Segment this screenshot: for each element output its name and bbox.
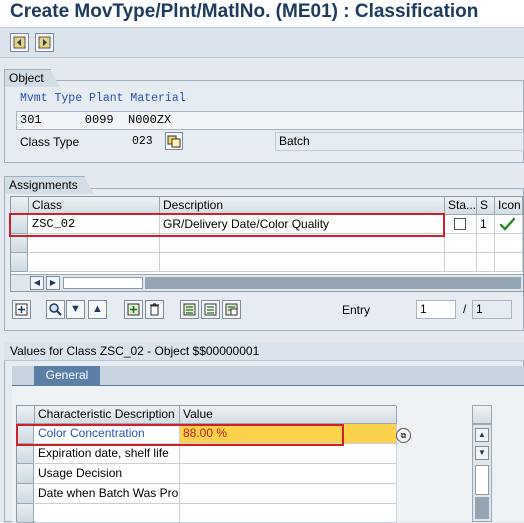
scroll-right-icon[interactable]: ▶ xyxy=(46,276,60,290)
col-icon[interactable]: Icon xyxy=(495,197,523,215)
class-type-label: Class Type xyxy=(20,135,80,149)
deselect-all-icon[interactable] xyxy=(222,300,241,319)
class-type-value: 023 xyxy=(132,135,153,148)
characteristic-highlight xyxy=(16,424,344,446)
row-selector[interactable] xyxy=(17,464,34,484)
characteristic-value-input[interactable] xyxy=(180,464,397,484)
window-title: Create MovType/Plnt/MatlNo. (ME01) : Cla… xyxy=(10,1,479,22)
characteristic-value-input[interactable] xyxy=(180,484,397,504)
values-header: Values for Class ZSC_02 - Object $$00000… xyxy=(4,342,524,361)
characteristic-name: Usage Decision xyxy=(35,464,180,484)
row-selector[interactable] xyxy=(17,484,34,504)
empty-cell[interactable] xyxy=(445,253,477,272)
prev-screen-icon[interactable] xyxy=(10,33,29,52)
row-selector[interactable] xyxy=(17,444,34,464)
assignments-table: Class Description Sta... S Icon ZSC_02 G… xyxy=(10,196,524,292)
scroll-down-icon[interactable]: ▼ xyxy=(475,446,489,460)
horizontal-scrollbar[interactable]: ◀ ▶ xyxy=(11,274,523,291)
empty-cell[interactable] xyxy=(160,253,445,272)
entry-input[interactable]: 1 xyxy=(416,300,456,319)
scroll-thumb[interactable] xyxy=(63,277,143,289)
col-status[interactable]: Sta... xyxy=(445,197,477,215)
empty-cell xyxy=(35,504,180,523)
scroll-thumb[interactable] xyxy=(475,465,489,495)
empty-cell[interactable] xyxy=(180,504,397,523)
empty-cell[interactable] xyxy=(477,234,495,253)
scroll-up-icon[interactable]: ▲ xyxy=(475,428,489,442)
col-characteristic-description[interactable]: Characteristic Description xyxy=(35,406,180,424)
delete-icon[interactable] xyxy=(145,300,164,319)
application-toolbar xyxy=(0,28,524,58)
value-help-icon[interactable]: ⧉ xyxy=(396,428,411,443)
scroll-left-icon[interactable]: ◀ xyxy=(30,276,44,290)
vertical-scrollbar[interactable]: ▲ ▼ xyxy=(472,424,492,522)
row-highlight xyxy=(9,213,445,237)
values-table: Characteristic Description Value Color C… xyxy=(16,405,397,523)
table-row-s[interactable]: 1 xyxy=(477,215,495,234)
class-type-select-icon[interactable] xyxy=(165,132,183,150)
class-type-text: Batch xyxy=(275,132,524,151)
col-value[interactable]: Value xyxy=(180,406,397,424)
title-bar: Create MovType/Plnt/MatlNo. (ME01) : Cla… xyxy=(0,0,524,28)
tab-general[interactable]: General xyxy=(34,366,100,386)
characteristic-value-input[interactable] xyxy=(180,444,397,464)
entry-label: Entry xyxy=(342,303,371,317)
status-checkbox[interactable] xyxy=(454,218,466,230)
table-row-icon xyxy=(495,215,523,234)
empty-cell[interactable] xyxy=(445,234,477,253)
characteristic-name: Date when Batch Was Pro xyxy=(35,484,180,504)
object-header: Mvmt Type Plant Material xyxy=(20,92,186,105)
table-row-status[interactable] xyxy=(445,215,477,234)
check-icon xyxy=(499,217,516,231)
assignments-tab: Assignments xyxy=(4,176,94,194)
details-icon[interactable] xyxy=(12,300,31,319)
empty-cell[interactable] xyxy=(495,253,523,272)
select-all-icon[interactable] xyxy=(180,300,199,319)
entry-separator: / xyxy=(463,302,467,316)
row-selector[interactable] xyxy=(17,504,34,523)
object-values-field: 301 0099 N000ZX xyxy=(16,111,524,130)
select-block-icon[interactable] xyxy=(201,300,220,319)
insert-row-icon[interactable] xyxy=(124,300,143,319)
col-s[interactable]: S xyxy=(477,197,495,215)
characteristic-name: Expiration date, shelf life xyxy=(35,444,180,464)
empty-cell[interactable] xyxy=(29,253,160,272)
next-screen-icon[interactable] xyxy=(35,33,54,52)
scroll-track[interactable] xyxy=(475,497,489,519)
empty-cell[interactable] xyxy=(477,253,495,272)
find-prev-icon[interactable]: ▲ xyxy=(88,300,107,319)
column-config-icon[interactable] xyxy=(472,405,492,424)
object-tab: Object xyxy=(4,69,60,87)
select-all-corner[interactable] xyxy=(17,406,35,424)
find-next-icon[interactable]: ▼ xyxy=(66,300,85,319)
find-icon[interactable] xyxy=(46,300,65,319)
entry-total: 1 xyxy=(472,300,512,319)
values-section-title: Values for Class ZSC_02 - Object $$00000… xyxy=(10,344,260,358)
scroll-track[interactable] xyxy=(145,277,521,289)
row-selector[interactable] xyxy=(11,253,28,272)
empty-cell[interactable] xyxy=(495,234,523,253)
